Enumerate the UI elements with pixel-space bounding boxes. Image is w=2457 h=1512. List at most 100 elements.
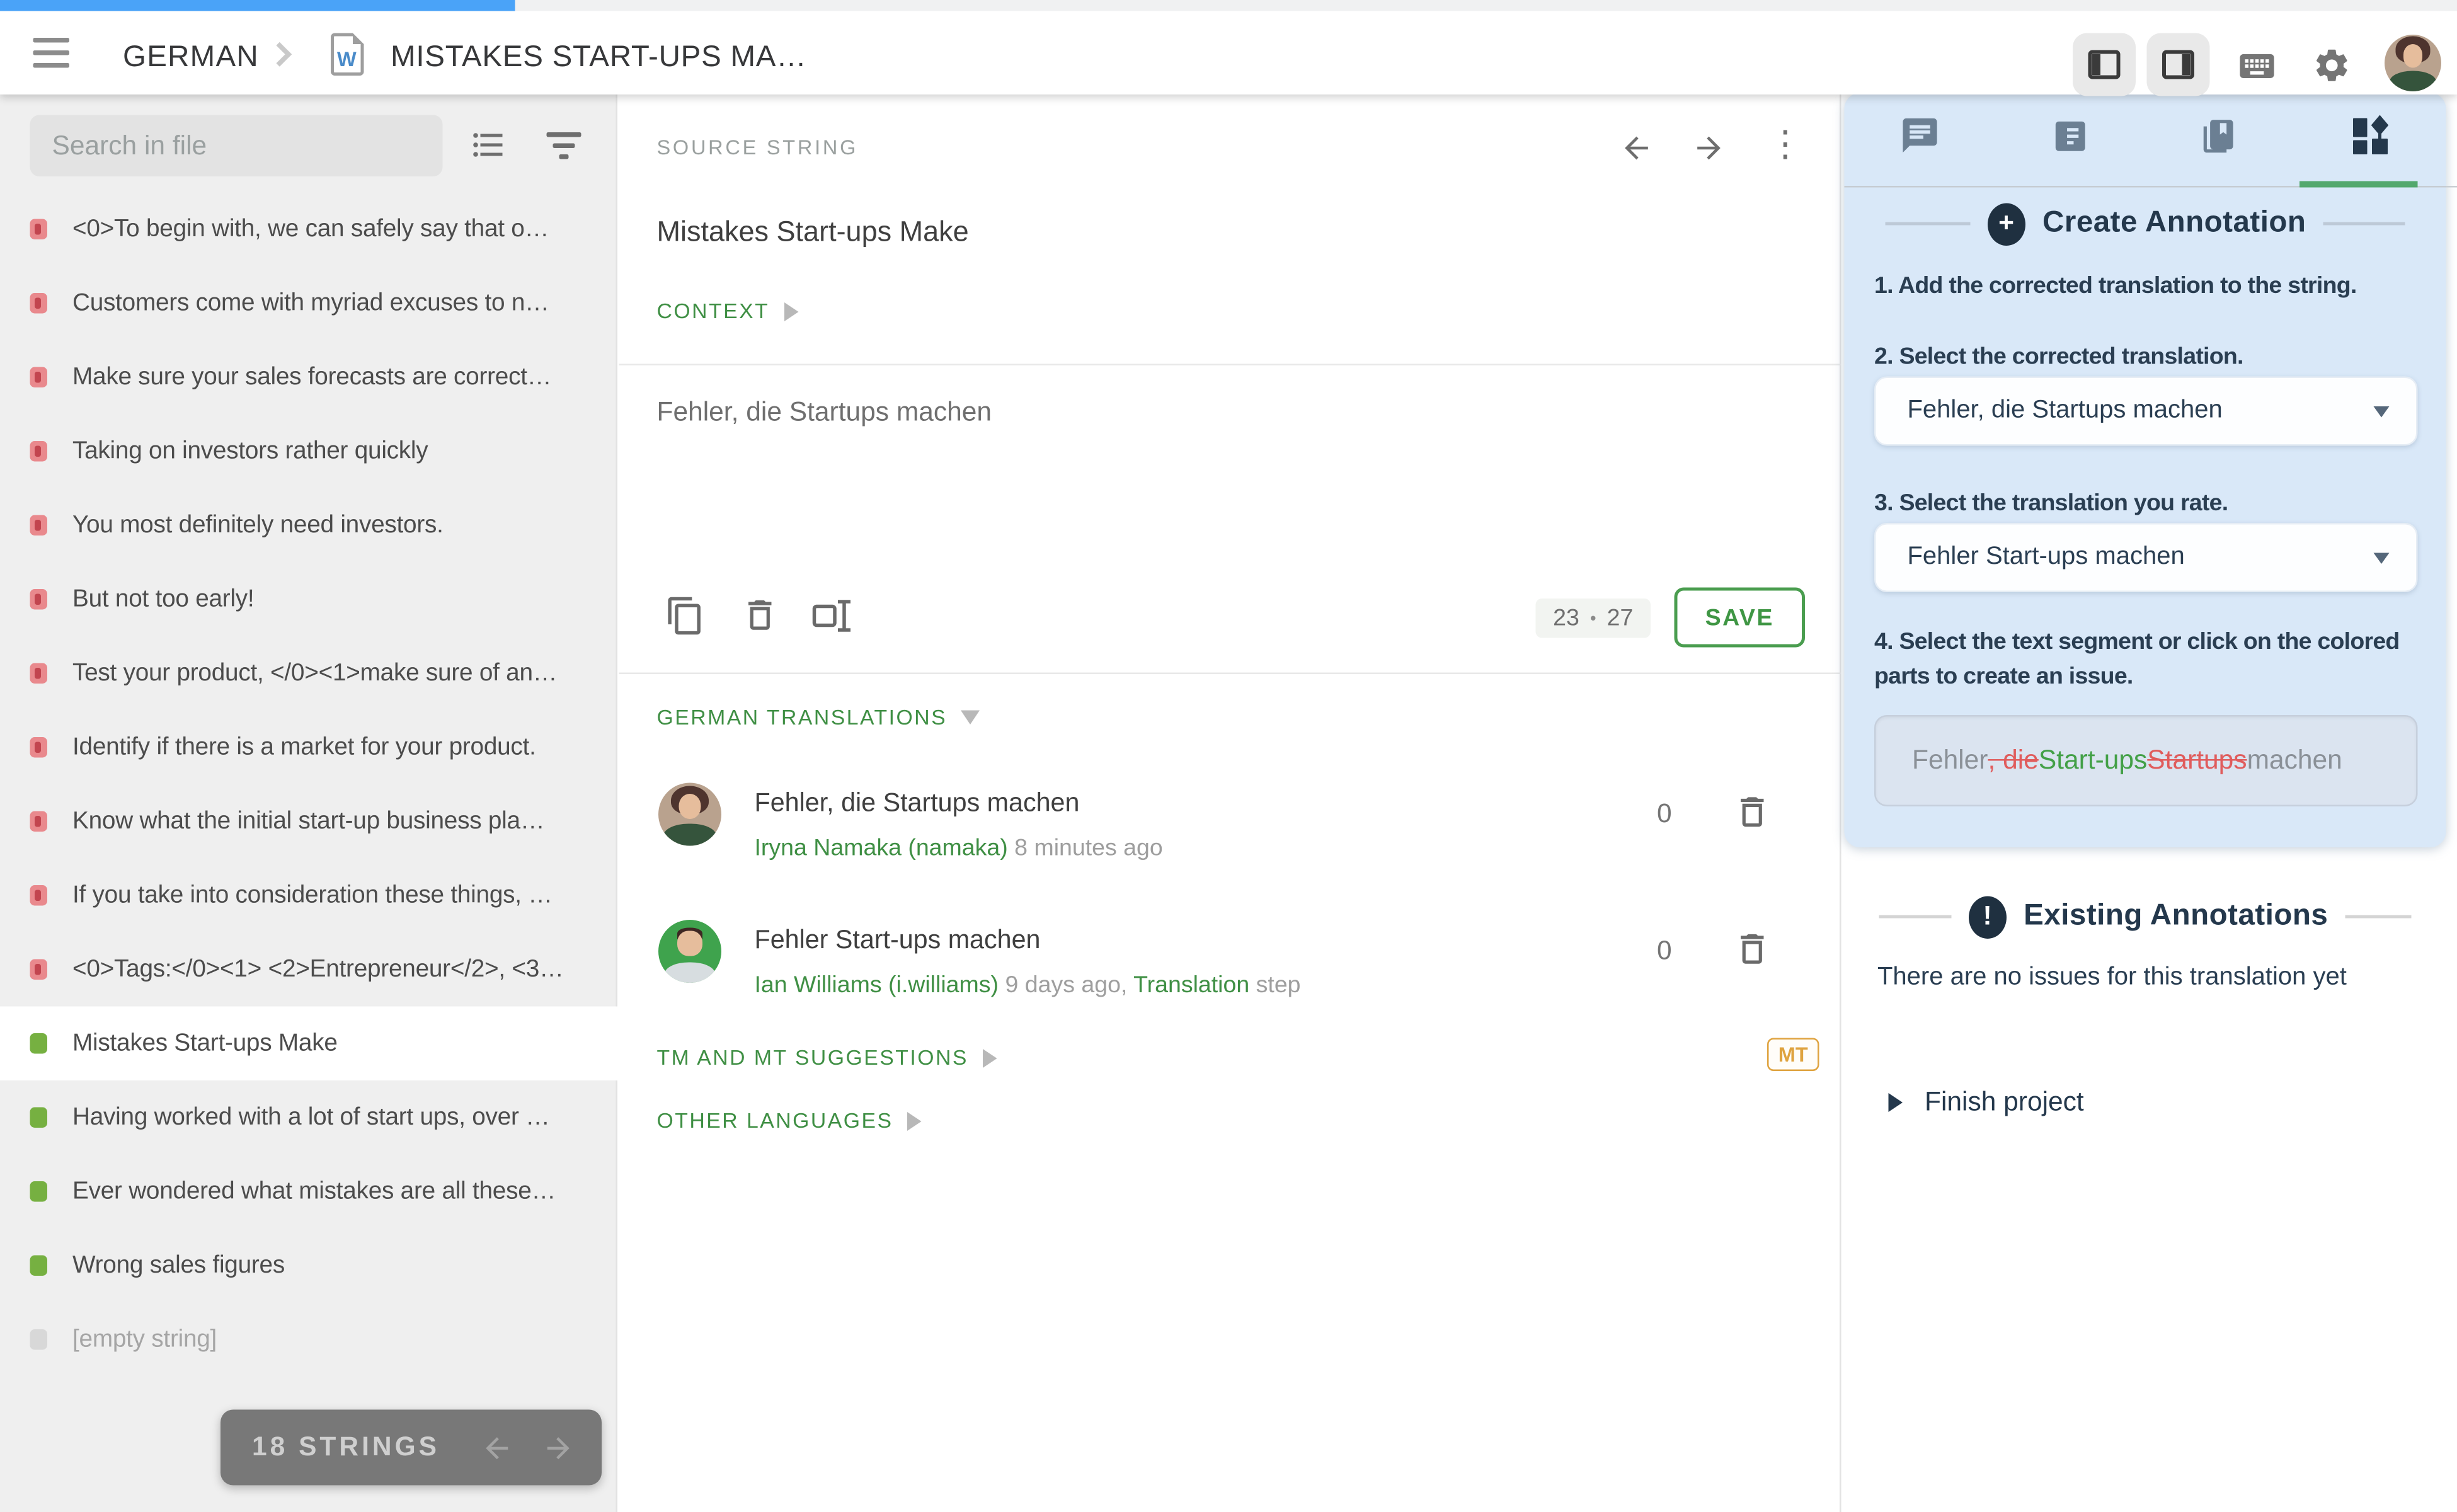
menu-icon[interactable]	[33, 38, 70, 68]
tab-annotations[interactable]	[2296, 93, 2446, 186]
list-item-label: <0>To begin with, we can safely say that…	[72, 215, 617, 243]
translator-name-link[interactable]: Iryna Namaka (namaka)	[755, 835, 1008, 862]
segment-inserted[interactable]: Start-ups	[2039, 745, 2147, 777]
toggle-left-panel-button[interactable]	[2073, 33, 2136, 96]
existing-annotations-section: ! Existing Annotations There are no issu…	[1845, 866, 2446, 1339]
glossary-icon	[2050, 116, 2090, 163]
list-item[interactable]: Know what the initial start-up business …	[0, 784, 617, 859]
tab-glossary[interactable]	[1995, 93, 2145, 186]
tab-comments[interactable]	[1845, 93, 1995, 186]
list-item-label: Identify if there is a market for your p…	[72, 733, 617, 762]
string-list: <0>To begin with, we can safely say that…	[0, 192, 617, 1377]
segment-unchanged[interactable]: Fehler	[1912, 745, 1988, 777]
list-item[interactable]: Test your product, </0><1>make sure of a…	[0, 636, 617, 711]
tab-dictionary[interactable]	[2145, 93, 2296, 186]
list-item-label: Know what the initial start-up business …	[72, 807, 617, 835]
status-square	[30, 367, 48, 388]
existing-annotations-header: ! Existing Annotations	[1845, 890, 2446, 944]
list-icon[interactable]	[469, 126, 507, 172]
trash-icon[interactable]	[1732, 793, 1772, 840]
translator-name-link[interactable]: Ian Williams (i.williams)	[755, 972, 999, 999]
breadcrumb-document[interactable]: MISTAKES START-UPS MA…	[391, 41, 807, 76]
corrected-translation-dropdown[interactable]: Fehler, die Startups machen	[1874, 377, 2418, 446]
pager-next-button[interactable]	[542, 1431, 576, 1464]
list-item[interactable]: <0>To begin with, we can safely say that…	[0, 192, 617, 266]
char-counter: 23 27	[1536, 598, 1651, 638]
list-item[interactable]: Having worked with a lot of start ups, o…	[0, 1080, 617, 1155]
list-item[interactable]: Make sure your sales forecasts are corre…	[0, 340, 617, 415]
pager-prev-button[interactable]	[481, 1431, 514, 1464]
list-item[interactable]: Ever wondered what mistakes are all thes…	[0, 1155, 617, 1229]
status-square	[30, 1256, 48, 1276]
list-item[interactable]: <0>Tags:</0><1> <2>Entrepreneur</2>, <3…	[0, 932, 617, 1007]
translation-entry-text[interactable]: Fehler, die Startups machen	[755, 789, 1080, 820]
rated-translation-dropdown[interactable]: Fehler Start-ups machen	[1874, 523, 2418, 592]
source-string-text: Mistakes Start-ups Make	[657, 216, 969, 249]
translation-entry-text[interactable]: Fehler Start-ups machen	[755, 926, 1041, 956]
panel-left-icon	[2085, 46, 2123, 84]
exclamation-circle-icon: !	[1969, 895, 2007, 938]
gear-icon[interactable]	[2312, 46, 2352, 93]
tm-suggestions-expander[interactable]: TM AND MT SUGGESTIONS	[657, 1046, 997, 1070]
list-item[interactable]: Customers come with myriad excuses to n…	[0, 266, 617, 341]
app-header: GERMAN W MISTAKES START-UPS MA…	[0, 11, 2457, 95]
list-item-label: Customers come with myriad excuses to n…	[72, 289, 617, 318]
status-square	[30, 1181, 48, 1202]
list-item[interactable]: But not too early!	[0, 563, 617, 637]
char-count-current: 23	[1553, 605, 1579, 632]
list-item[interactable]: You most definitely need investors.	[0, 488, 617, 563]
header-rule	[1885, 222, 1970, 226]
progress-bar	[0, 0, 515, 11]
filter-icon[interactable]	[547, 132, 581, 161]
segment-unchanged[interactable]: machen	[2247, 745, 2342, 777]
expand-arrow-icon	[907, 1111, 922, 1130]
trash-icon[interactable]	[1732, 929, 1772, 976]
list-item[interactable]: Wrong sales figures	[0, 1228, 617, 1303]
other-languages-label: OTHER LANGUAGES	[657, 1109, 893, 1133]
word-doc-icon: W	[331, 33, 364, 76]
translation-input[interactable]: Fehler, die Startups machen	[657, 397, 992, 428]
segment-deleted[interactable]: , die	[1988, 745, 2038, 777]
list-item[interactable]: [empty string]	[0, 1303, 617, 1377]
chevron-down-icon	[2374, 552, 2390, 563]
breadcrumb-project[interactable]: GERMAN	[123, 41, 259, 76]
copy-icon[interactable]	[665, 595, 706, 644]
no-issues-message: There are no issues for this translation…	[1877, 964, 2347, 992]
trash-icon[interactable]	[740, 595, 780, 643]
list-item[interactable]: Identify if there is a market for your p…	[0, 711, 617, 785]
list-item[interactable]: If you take into consideration these thi…	[0, 859, 617, 933]
context-expander[interactable]: CONTEXT	[657, 299, 798, 323]
step-3-label: 3. Select the translation you rate.	[1874, 490, 2228, 517]
arrow-left-icon[interactable]	[1619, 131, 1654, 166]
step-4-label: 4. Select the text segment or click on t…	[1874, 626, 2418, 695]
list-item-label: Ever wondered what mistakes are all thes…	[72, 1177, 617, 1206]
search-input[interactable]: Search in file	[30, 115, 443, 177]
list-item[interactable]: Taking on investors rather quickly	[0, 415, 617, 489]
finish-project-expander[interactable]: Finish project	[1889, 1087, 2084, 1118]
strings-count: 18 STRINGS	[252, 1432, 440, 1463]
save-button[interactable]: SAVE	[1675, 588, 1806, 648]
list-item-selected[interactable]: Mistakes Start-ups Make	[0, 1007, 617, 1081]
status-square	[30, 663, 48, 684]
translation-entry-meta: Iryna Namaka (namaka) 8 minutes ago	[755, 835, 1163, 862]
translator-avatar	[658, 920, 721, 983]
list-item-label: You most definitely need investors.	[72, 511, 617, 539]
translations-section-expander[interactable]: GERMAN TRANSLATIONS	[657, 706, 980, 730]
text-cursor-icon[interactable]	[811, 595, 856, 644]
header-rule	[2323, 222, 2405, 226]
segment-deleted[interactable]: Startups	[2147, 745, 2247, 777]
toggle-right-panel-button[interactable]	[2147, 33, 2210, 96]
kebab-menu-icon[interactable]: ⋮	[1767, 128, 1804, 159]
workflow-step-link[interactable]: Translation	[1133, 972, 1249, 999]
translator-avatar	[658, 783, 721, 846]
diff-segment-box[interactable]: Fehler, dieStart-ups Startups machen	[1874, 715, 2418, 806]
step-2-label: 2. Select the corrected translation.	[1874, 343, 2243, 370]
app-window: GERMAN W MISTAKES START-UPS MA… Search i…	[0, 0, 2457, 1512]
keyboard-icon[interactable]	[2236, 46, 2277, 95]
user-avatar[interactable]	[2385, 35, 2441, 91]
dropdown-value: Fehler Start-ups machen	[1908, 544, 2185, 572]
other-languages-expander[interactable]: OTHER LANGUAGES	[657, 1109, 922, 1133]
status-square	[30, 441, 48, 462]
arrow-right-icon[interactable]	[1692, 131, 1726, 166]
expand-arrow-icon	[784, 302, 798, 321]
